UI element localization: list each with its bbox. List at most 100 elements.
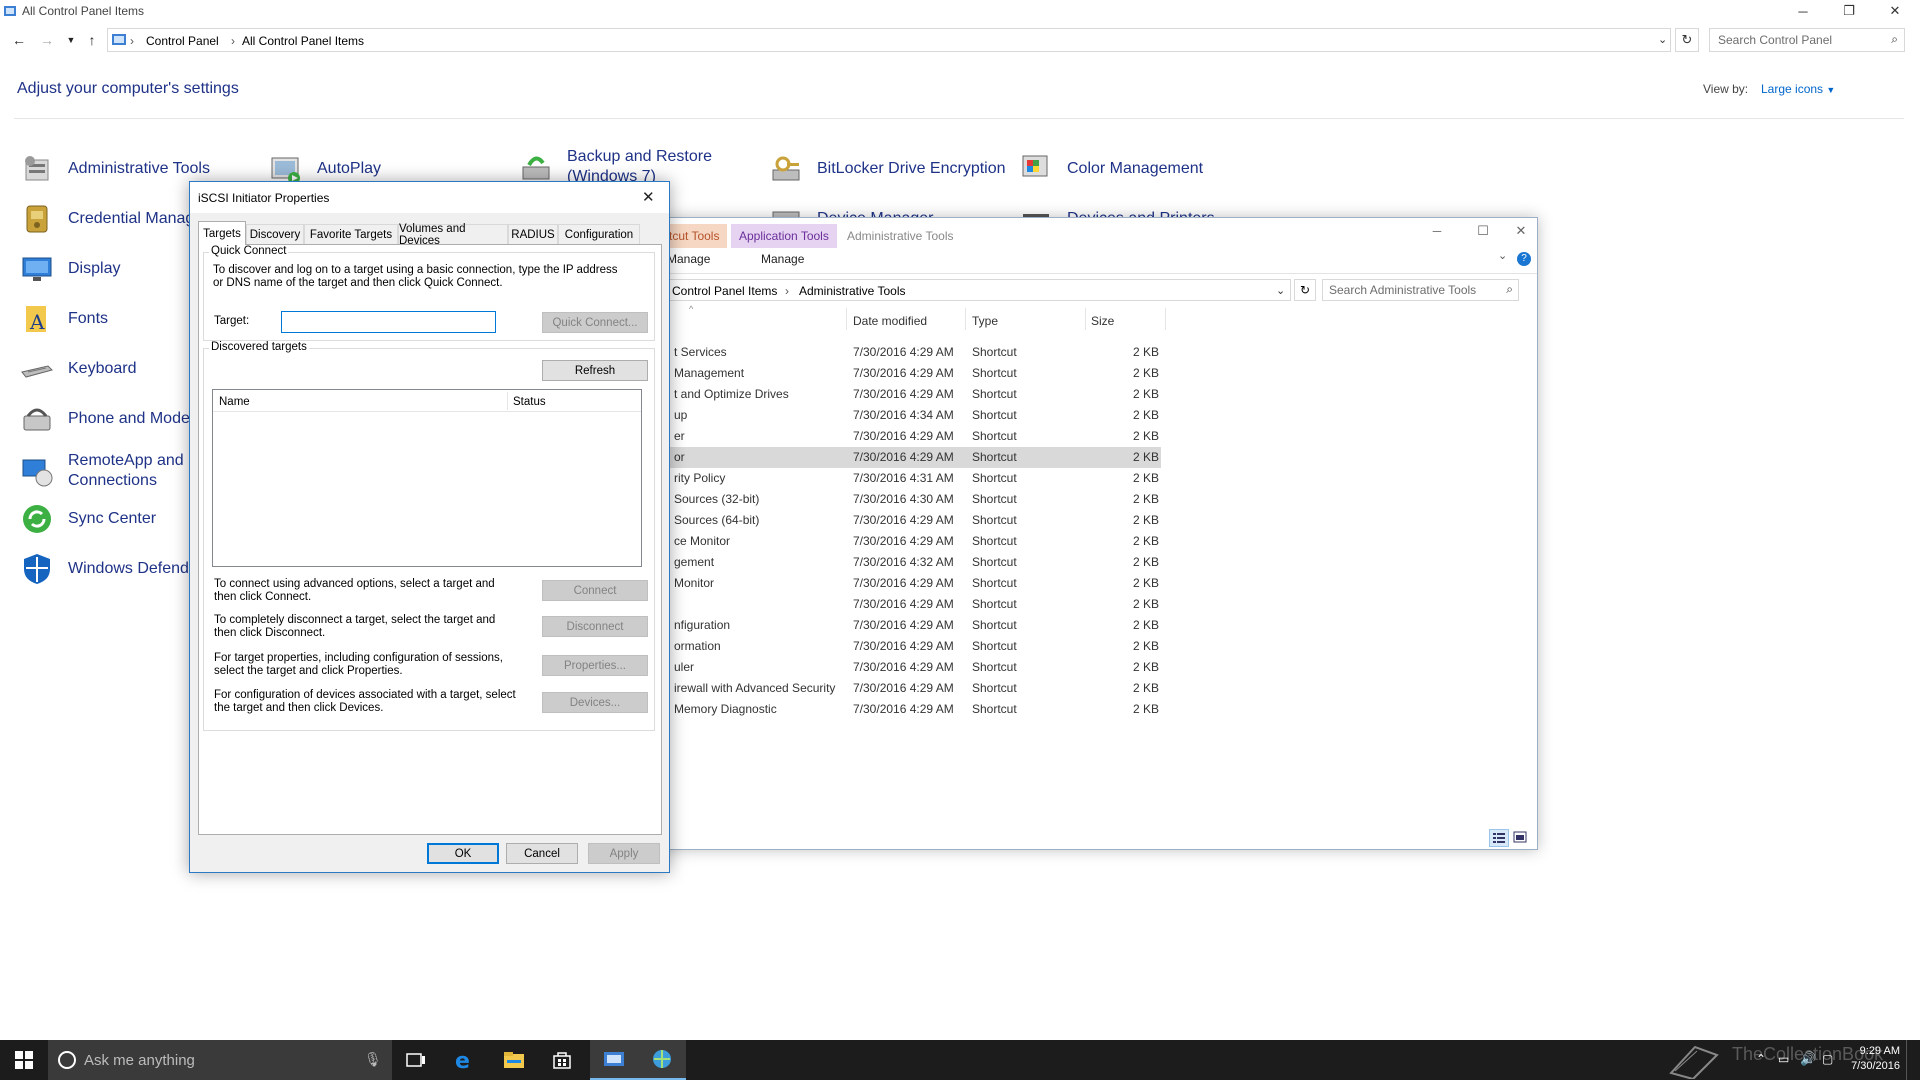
file-row[interactable]: nfiguration 7/30/2016 4:29 AM Shortcut 2 KB: [651, 615, 1161, 636]
devices-button[interactable]: Devices...: [542, 692, 648, 713]
minimize-button[interactable]: ─: [1780, 0, 1826, 22]
ribbon-tab-application-tools[interactable]: Application Tools: [731, 224, 837, 248]
column-status[interactable]: Status: [513, 396, 546, 409]
file-row[interactable]: t Services 7/30/2016 4:29 AM Shortcut 2 KB: [651, 342, 1161, 363]
file-row[interactable]: up 7/30/2016 4:34 AM Shortcut 2 KB: [651, 405, 1161, 426]
ribbon-expand-icon[interactable]: ⌄: [1498, 249, 1507, 262]
clock[interactable]: 9:29 AM 7/30/2016: [1838, 1044, 1900, 1074]
cortana-search-box[interactable]: Ask me anything 🎙: [48, 1040, 392, 1080]
iscsi-initiator-taskbar-icon[interactable]: [638, 1040, 686, 1080]
search-administrative-tools-input[interactable]: Search Administrative Tools ⌕: [1322, 279, 1519, 301]
dialog-close-button[interactable]: ✕: [642, 188, 655, 206]
store-icon[interactable]: [538, 1040, 586, 1080]
cp-item-sync-center[interactable]: Sync Center: [20, 499, 156, 539]
cp-item-administrative-tools[interactable]: Administrative Tools: [20, 149, 210, 189]
tray-chevron-icon[interactable]: ⌃: [1756, 1052, 1766, 1066]
edge-icon[interactable]: e: [440, 1040, 488, 1080]
file-row[interactable]: irewall with Advanced Security 7/30/2016 …: [651, 678, 1161, 699]
tab-targets[interactable]: Targets: [198, 221, 246, 245]
breadcrumb-all-items[interactable]: All Control Panel Items: [242, 34, 364, 48]
tab-discovery[interactable]: Discovery: [246, 224, 304, 244]
file-row[interactable]: Monitor 7/30/2016 4:29 AM Shortcut 2 KB: [651, 573, 1161, 594]
details-view-icon[interactable]: [1489, 829, 1509, 847]
cp-item-bitlocker[interactable]: BitLocker Drive Encryption: [769, 149, 1006, 189]
file-row[interactable]: t and Optimize Drives 7/30/2016 4:29 AM Sh…: [651, 384, 1161, 405]
explorer-refresh-icon[interactable]: ↻: [1294, 279, 1316, 301]
volume-icon[interactable]: 🔊: [1800, 1051, 1816, 1067]
large-icons-view-icon[interactable]: [1511, 829, 1531, 847]
cp-item-display[interactable]: Display: [20, 249, 120, 289]
discovered-targets-list[interactable]: Name Status: [212, 389, 642, 567]
refresh-icon[interactable]: ↻: [1675, 28, 1699, 52]
ribbon-manage-2[interactable]: Manage: [761, 252, 804, 266]
network-icon[interactable]: ▭: [1778, 1052, 1789, 1066]
file-date: 7/30/2016 4:31 AM: [853, 471, 954, 485]
file-row[interactable]: Sources (64-bit) 7/30/2016 4:29 AM Shortcu…: [651, 510, 1161, 531]
column-date-modified[interactable]: Date modified: [853, 314, 927, 328]
refresh-button[interactable]: Refresh: [542, 360, 648, 381]
file-name: Sources (32-bit): [674, 492, 760, 506]
task-view-icon[interactable]: [392, 1040, 440, 1080]
breadcrumb-control-panel[interactable]: Control Panel: [146, 34, 219, 48]
forward-button[interactable]: →: [38, 31, 56, 49]
close-button[interactable]: ✕: [1872, 0, 1918, 22]
apply-button[interactable]: Apply: [588, 843, 660, 864]
explorer-maximize-button[interactable]: ☐: [1463, 223, 1503, 241]
back-button[interactable]: ←: [10, 31, 28, 49]
cancel-button[interactable]: Cancel: [506, 843, 578, 864]
file-row[interactable]: Management 7/30/2016 4:29 AM Shortcut 2 KB: [651, 363, 1161, 384]
cp-item-phone-and-modem[interactable]: Phone and Modem: [20, 399, 203, 439]
cp-item-windows-defender[interactable]: Windows Defende: [20, 549, 198, 589]
help-icon[interactable]: ?: [1517, 252, 1531, 266]
tab-configuration[interactable]: Configuration: [558, 224, 640, 244]
address-dropdown-icon[interactable]: ⌄: [1276, 284, 1285, 297]
file-row[interactable]: er 7/30/2016 4:29 AM Shortcut 2 KB: [651, 426, 1161, 447]
recent-locations-button[interactable]: ▼: [62, 31, 80, 49]
column-type[interactable]: Type: [972, 314, 998, 328]
explorer-minimize-button[interactable]: ─: [1417, 224, 1457, 242]
control-panel-taskbar-icon[interactable]: [590, 1040, 638, 1080]
column-size[interactable]: Size: [1091, 314, 1114, 328]
file-row[interactable]: uler 7/30/2016 4:29 AM Shortcut 2 KB: [651, 657, 1161, 678]
show-desktop-button[interactable]: [1906, 1040, 1920, 1080]
column-name[interactable]: Name: [219, 396, 250, 409]
cp-item-credential-manager[interactable]: Credential Manage: [20, 199, 203, 239]
cp-item-keyboard[interactable]: Keyboard: [20, 349, 137, 389]
cp-item-remoteapp[interactable]: RemoteApp and D Connections: [20, 449, 200, 493]
search-control-panel-input[interactable]: Search Control Panel ⌕: [1709, 28, 1905, 52]
action-center-icon[interactable]: ▢: [1822, 1052, 1833, 1066]
target-input[interactable]: [281, 311, 496, 333]
tab-favorite-targets[interactable]: Favorite Targets: [304, 224, 398, 244]
microphone-icon[interactable]: 🎙: [364, 1051, 382, 1068]
disconnect-button[interactable]: Disconnect: [542, 616, 648, 637]
file-row[interactable]: ce Monitor 7/30/2016 4:29 AM Shortcut 2 KB: [651, 531, 1161, 552]
file-row[interactable]: 7/30/2016 4:29 AM Shortcut 2 KB: [651, 594, 1161, 615]
up-button[interactable]: ↑: [83, 31, 101, 49]
address-dropdown-icon[interactable]: ⌄: [1658, 33, 1667, 46]
file-row[interactable]: or 7/30/2016 4:29 AM Shortcut 2 KB: [651, 447, 1161, 468]
file-row[interactable]: gement 7/30/2016 4:32 AM Shortcut 2 KB: [651, 552, 1161, 573]
explorer-address-bar[interactable]: Control Panel Items › Administrative Too…: [651, 279, 1291, 301]
cp-item-color-management[interactable]: Color Management: [1019, 149, 1203, 189]
file-row[interactable]: ormation 7/30/2016 4:29 AM Shortcut 2 KB: [651, 636, 1161, 657]
quick-connect-button[interactable]: Quick Connect...: [542, 312, 648, 333]
view-by-dropdown[interactable]: Large icons ▼: [1761, 82, 1835, 96]
properties-button[interactable]: Properties...: [542, 655, 648, 676]
connect-button[interactable]: Connect: [542, 580, 648, 601]
cp-item-fonts[interactable]: A Fonts: [20, 299, 108, 339]
file-row[interactable]: Memory Diagnostic 7/30/2016 4:29 AM Shortc…: [651, 699, 1161, 720]
file-row[interactable]: Sources (32-bit) 7/30/2016 4:30 AM Shortcu…: [651, 489, 1161, 510]
ok-button[interactable]: OK: [427, 843, 499, 864]
tab-radius[interactable]: RADIUS: [508, 224, 558, 244]
restore-button[interactable]: ❐: [1826, 0, 1872, 22]
explorer-close-button[interactable]: ✕: [1507, 223, 1535, 241]
breadcrumb-administrative-tools[interactable]: Administrative Tools: [799, 284, 906, 298]
explorer-title: Administrative Tools: [847, 229, 954, 243]
ribbon-manage-1[interactable]: Manage: [667, 252, 710, 266]
file-row[interactable]: rity Policy 7/30/2016 4:31 AM Shortcut 2 KB: [651, 468, 1161, 489]
address-bar[interactable]: › Control Panel › All Control Panel Item…: [107, 28, 1671, 52]
tab-volumes-and-devices[interactable]: Volumes and Devices: [398, 223, 508, 247]
file-explorer-icon[interactable]: [490, 1040, 538, 1080]
start-button[interactable]: [0, 1040, 48, 1080]
breadcrumb-control-panel-items[interactable]: Control Panel Items: [672, 284, 777, 298]
